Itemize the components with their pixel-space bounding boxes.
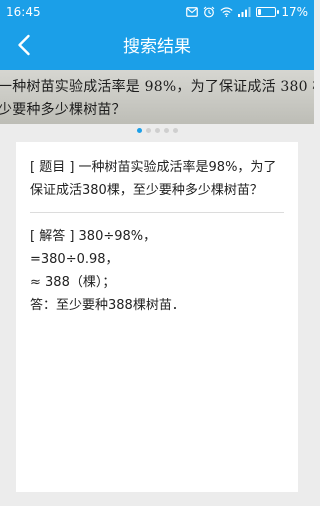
status-right: 17% [186,5,308,19]
battery-percent: 17% [281,5,308,19]
question-text: [ 题目 ] 一种树苗实验成活率是98%，为了保证成活380棵，至少要种多少棵树… [30,160,277,198]
battery-icon [256,7,280,17]
question-photo[interactable]: 一种树苗实验成活率是 98%，为了保证成活 380 棵，至 少要种多少棵树苗？ [0,70,314,124]
alarm-icon [203,6,215,18]
page-dot[interactable] [172,128,178,133]
answer-line: =380÷0.98， [30,252,119,267]
screen: 16:45 17% 搜索结果 一种树苗实验成活率是 98%，为了保证成活 380… [0,0,314,506]
answer-line: ≈ 388（棵）； [30,275,116,290]
nav-bar: 搜索结果 [0,24,314,70]
page-dot[interactable] [145,128,151,133]
page-dot[interactable] [154,128,160,133]
chevron-left-icon [17,34,31,60]
battery-fill [258,9,262,15]
status-time: 16:45 [6,5,41,19]
photo-text-line-2: 少要种多少棵树苗？ [0,102,126,118]
page-dot[interactable] [136,128,142,133]
signal-icon [238,7,251,17]
status-bar: 16:45 17% [0,0,314,24]
status-left: 16:45 [6,5,41,19]
photo-text-line-1: 一种树苗实验成活率是 98%，为了保证成活 380 棵，至 [0,79,314,95]
divider [30,212,284,213]
answer-line: 答：至少要种388棵树苗． [30,298,185,313]
message-icon [186,7,199,17]
result-card: [ 题目 ] 一种树苗实验成活率是98%，为了保证成活380棵，至少要种多少棵树… [16,142,298,492]
wifi-icon [220,7,233,17]
back-button[interactable] [4,24,44,70]
battery-outline [256,7,280,17]
page-indicator [0,128,314,133]
page-dot[interactable] [163,128,169,133]
answer-line: [ 解答 ] 380÷98%， [30,229,157,244]
answer-block: [ 解答 ] 380÷98%， =380÷0.98， ≈ 388（棵）； 答：至… [30,225,284,317]
page-title: 搜索结果 [123,37,191,57]
